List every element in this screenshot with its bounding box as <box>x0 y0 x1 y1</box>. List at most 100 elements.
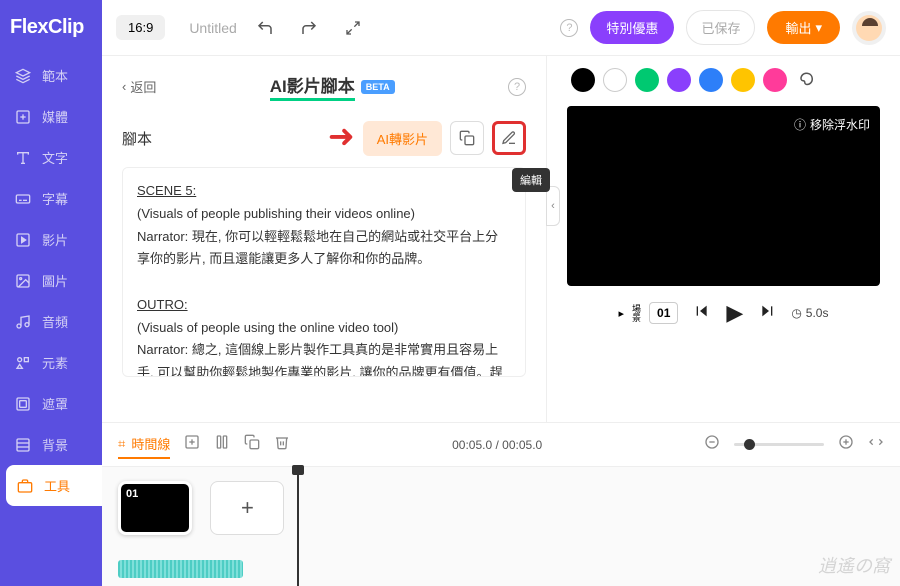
undo-button[interactable] <box>249 12 281 44</box>
chevron-left-icon: ‹ <box>122 79 126 94</box>
clip-number: 01 <box>126 488 138 500</box>
panel-help-button[interactable]: ? <box>508 78 526 96</box>
sidebar-item-audio[interactable]: 音頻 <box>0 301 102 342</box>
chevron-down-icon: ▾ <box>815 20 822 36</box>
sidebar-label: 字幕 <box>42 189 68 208</box>
sidebar-label: 工具 <box>44 476 70 495</box>
layers-icon <box>14 67 32 85</box>
scene-title: OUTRO: <box>137 294 511 317</box>
duration-display[interactable]: ◷5.0s <box>791 306 828 320</box>
split-button[interactable] <box>214 434 230 455</box>
music-icon <box>14 313 32 331</box>
project-title[interactable]: Untitled <box>189 20 236 36</box>
prev-button[interactable] <box>694 303 710 324</box>
color-pink[interactable] <box>763 68 787 92</box>
next-button[interactable] <box>759 303 775 324</box>
clock-icon: ◷ <box>791 306 801 320</box>
color-yellow[interactable] <box>731 68 755 92</box>
zoom-out-button[interactable] <box>704 434 720 455</box>
sidebar-item-background[interactable]: 背景 <box>0 424 102 465</box>
add-button[interactable] <box>184 434 200 455</box>
sidebar-label: 範本 <box>42 66 68 85</box>
timeline-toolbar: ⌗時間線 00:05.0 / 00:05.0 <box>102 422 900 466</box>
sidebar-label: 遮罩 <box>42 394 68 413</box>
collapse-panel-button[interactable]: ‹ <box>546 186 560 226</box>
info-icon: ⓘ <box>794 116 806 133</box>
delete-button[interactable] <box>274 434 290 455</box>
page-watermark: 逍遙の窩 <box>818 552 890 578</box>
duplicate-button[interactable] <box>244 434 260 455</box>
sidebar-item-element[interactable]: 元素 <box>0 342 102 383</box>
edit-button[interactable] <box>492 121 526 155</box>
sidebar-label: 背景 <box>42 435 68 454</box>
sidebar: FlexClip 範本 媒體 文字 字幕 影片 圖片 音頻 元素 遮罩 背景 工… <box>0 0 102 586</box>
plus-square-icon <box>14 108 32 126</box>
color-picker-button[interactable] <box>795 68 819 92</box>
color-black[interactable] <box>571 68 595 92</box>
back-button[interactable]: ‹返回 <box>122 77 156 96</box>
script-textarea[interactable]: SCENE 5: (Visuals of people publishing t… <box>122 167 526 377</box>
clip-thumbnail[interactable]: 01 <box>118 481 192 535</box>
timeline-track[interactable]: 01 + <box>102 466 900 586</box>
color-white[interactable] <box>603 68 627 92</box>
scene-visual: (Visuals of people publishing their vide… <box>137 203 511 226</box>
preview-panel: ‹ ⓘ移除浮水印 ▸場景01 ▶ <box>547 56 900 422</box>
help-button[interactable]: ? <box>560 19 578 37</box>
script-section-label: 腳本 <box>122 128 152 149</box>
image-icon <box>14 272 32 290</box>
sidebar-item-text[interactable]: 文字 <box>0 137 102 178</box>
export-button[interactable]: 輸出▾ <box>767 11 840 44</box>
sidebar-label: 媒體 <box>42 107 68 126</box>
sidebar-label: 音頻 <box>42 312 68 331</box>
sidebar-label: 元素 <box>42 353 68 372</box>
subtitle-icon <box>14 190 32 208</box>
scene-narration: Narrator: 總之, 這個線上影片製作工具真的是非常實用且容易上手, 可以… <box>137 339 511 377</box>
fullscreen-button[interactable] <box>337 12 369 44</box>
redo-button[interactable] <box>293 12 325 44</box>
sidebar-item-mask[interactable]: 遮罩 <box>0 383 102 424</box>
time-display: 00:05.0 / 00:05.0 <box>452 438 542 452</box>
sidebar-item-template[interactable]: 範本 <box>0 55 102 96</box>
timeline-tab[interactable]: ⌗時間線 <box>118 434 170 459</box>
beta-badge: BETA <box>361 80 395 94</box>
zoom-in-button[interactable] <box>838 434 854 455</box>
fit-button[interactable] <box>868 434 884 455</box>
remove-watermark-button[interactable]: ⓘ移除浮水印 <box>794 116 870 133</box>
color-purple[interactable] <box>667 68 691 92</box>
saved-status: 已保存 <box>686 10 755 45</box>
scene-title: SCENE 5: <box>137 180 511 203</box>
sidebar-item-video[interactable]: 影片 <box>0 219 102 260</box>
mask-icon <box>14 395 32 413</box>
panel-title: AI影片腳本BETA <box>156 72 508 101</box>
special-offer-button[interactable]: 特別優惠 <box>590 11 674 44</box>
sidebar-item-media[interactable]: 媒體 <box>0 96 102 137</box>
sidebar-item-tools[interactable]: 工具 <box>6 465 102 506</box>
audio-track[interactable] <box>118 560 243 578</box>
user-avatar[interactable] <box>852 11 886 45</box>
arrow-annotation: ➜ <box>328 117 355 155</box>
playhead[interactable] <box>297 467 299 586</box>
timeline-icon: ⌗ <box>118 436 125 452</box>
add-clip-button[interactable]: + <box>210 481 284 535</box>
background-icon <box>14 436 32 454</box>
topbar: 16:9 Untitled ? 特別優惠 已保存 輸出▾ <box>102 0 900 56</box>
aspect-ratio-button[interactable]: 16:9 <box>116 15 165 40</box>
play-button[interactable]: ▶ <box>726 300 743 326</box>
sidebar-label: 圖片 <box>42 271 68 290</box>
scene-indicator[interactable]: ▸場景01 <box>619 302 679 324</box>
zoom-slider[interactable] <box>734 443 824 446</box>
video-preview[interactable]: ⓘ移除浮水印 <box>567 106 880 286</box>
play-square-icon <box>14 231 32 249</box>
color-green[interactable] <box>635 68 659 92</box>
edit-tooltip: 編輯 <box>512 168 550 192</box>
sidebar-item-image[interactable]: 圖片 <box>0 260 102 301</box>
text-icon <box>14 149 32 167</box>
script-panel: ‹返回 AI影片腳本BETA ? 腳本 ➜ AI轉影片 SCENE 5: (Vi… <box>102 56 547 422</box>
sidebar-item-subtitle[interactable]: 字幕 <box>0 178 102 219</box>
copy-button[interactable] <box>450 121 484 155</box>
brand-logo: FlexClip <box>0 4 102 55</box>
ai-convert-button[interactable]: AI轉影片 <box>363 121 442 156</box>
color-blue[interactable] <box>699 68 723 92</box>
playback-controls: ▸場景01 ▶ ◷5.0s <box>561 300 886 326</box>
scene-visual: (Visuals of people using the online vide… <box>137 317 511 340</box>
